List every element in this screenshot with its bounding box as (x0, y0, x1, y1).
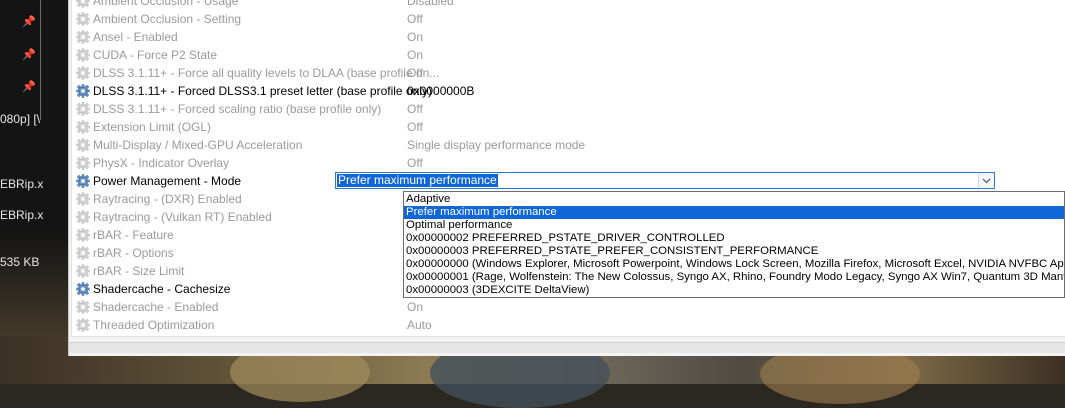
setting-name: DLSS 3.1.11+ - Force all quality levels … (93, 66, 440, 80)
dropdown-option[interactable]: 0x00000003 (3DEXCITE DeltaView) (404, 284, 1064, 297)
setting-name: Shadercache - Enabled (93, 300, 219, 314)
gear-icon (76, 120, 90, 134)
pin-icon[interactable]: 📌 (22, 48, 36, 62)
setting-row[interactable]: Multi-Display / Mixed-GPU Acceleration Si… (72, 136, 1065, 154)
setting-value[interactable]: On (407, 46, 423, 64)
setting-row[interactable]: DLSS 3.1.11+ - Forced DLSS3.1 preset let… (72, 82, 1065, 100)
divider (40, 0, 41, 120)
gear-icon (76, 282, 90, 296)
power-management-mode-dropdown: Adaptive Prefer maximum performance Optima… (403, 191, 1065, 298)
select-value: Prefer maximum performance (337, 173, 498, 187)
dropdown-option[interactable]: 0x00000000 (Windows Explorer, Microsoft … (404, 258, 1064, 271)
setting-row[interactable]: DLSS 3.1.11+ - Force all quality levels … (72, 64, 1065, 82)
gear-icon (76, 102, 90, 116)
setting-name: Raytracing - (DXR) Enabled (93, 192, 242, 206)
setting-name: rBAR - Options (93, 246, 174, 260)
chevron-down-icon[interactable] (978, 173, 994, 188)
setting-value[interactable]: Disabled (407, 0, 454, 10)
dropdown-option[interactable]: Optimal performance (404, 219, 1064, 232)
setting-name: rBAR - Feature (93, 228, 174, 242)
setting-name: CUDA - Force P2 State (93, 48, 218, 62)
gear-icon (76, 210, 90, 224)
setting-value[interactable]: Auto (407, 316, 432, 334)
gear-icon (76, 300, 90, 314)
setting-row[interactable]: Ambient Occlusion - Setting Off (72, 10, 1065, 28)
gear-icon (76, 0, 90, 8)
setting-row[interactable]: CUDA - Force P2 State On (72, 46, 1065, 64)
setting-value[interactable]: Off (407, 118, 423, 136)
setting-value[interactable]: Off (407, 100, 423, 118)
setting-value[interactable]: Off (407, 64, 423, 82)
setting-row[interactable]: DLSS 3.1.11+ - Forced scaling ratio (bas… (72, 100, 1065, 118)
file-name-text[interactable]: EBRip.x (0, 208, 43, 222)
background-explorer-panel: 📌 📌 📌 080p] [\ EBRip.x EBRip.x 535 KB (0, 0, 68, 384)
setting-value[interactable]: Single display performance mode (407, 136, 585, 154)
file-name-text[interactable]: EBRip.x (0, 177, 43, 191)
gear-icon (76, 66, 90, 80)
dropdown-option[interactable]: 0x00000003 PREFERRED_PSTATE_PREFER_CONSI… (404, 245, 1064, 258)
setting-value[interactable]: On (407, 298, 423, 316)
setting-name: Ambient Occlusion - Setting (93, 12, 242, 26)
setting-name: Power Management - Mode (93, 174, 242, 188)
gear-icon (76, 192, 90, 206)
setting-name: DLSS 3.1.11+ - Forced DLSS3.1 preset let… (93, 84, 432, 98)
setting-value[interactable]: Off (407, 154, 423, 172)
setting-name: rBAR - Size Limit (93, 264, 185, 278)
horizontal-scrollbar[interactable] (69, 342, 1065, 353)
setting-row[interactable]: Shadercache - Enabled On (72, 298, 1065, 316)
gear-icon (76, 84, 90, 98)
pin-icon[interactable]: 📌 (22, 15, 36, 29)
setting-value[interactable]: On (407, 28, 423, 46)
power-management-mode-select[interactable]: Prefer maximum performance (335, 172, 995, 189)
gear-icon (76, 246, 90, 260)
gear-icon (76, 156, 90, 170)
gear-icon (76, 12, 90, 26)
setting-name: Ambient Occlusion - Usage (93, 0, 239, 8)
setting-row[interactable]: Ansel - Enabled On (72, 28, 1065, 46)
dropdown-option[interactable]: Prefer maximum performance (404, 206, 1064, 219)
setting-name: Raytracing - (Vulkan RT) Enabled (93, 210, 272, 224)
file-name-text[interactable]: 080p] [\ (0, 112, 40, 126)
setting-name: Extension Limit (OGL) (93, 120, 212, 134)
setting-name: Threaded Optimization (93, 318, 215, 332)
setting-name: PhysX - Indicator Overlay (93, 156, 230, 170)
gear-icon (76, 228, 90, 242)
setting-value[interactable]: Off (407, 10, 423, 28)
setting-row[interactable]: Extension Limit (OGL) Off (72, 118, 1065, 136)
setting-name: Ansel - Enabled (93, 30, 178, 44)
setting-name: Multi-Display / Mixed-GPU Acceleration (93, 138, 303, 152)
setting-row[interactable]: Threaded Optimization Auto (72, 316, 1065, 334)
gear-icon (76, 264, 90, 278)
gear-icon (76, 48, 90, 62)
gear-icon (76, 174, 90, 188)
setting-row[interactable]: PhysX - Indicator Overlay Off (72, 154, 1065, 172)
file-size-text: 535 KB (0, 255, 40, 269)
gear-icon (76, 318, 90, 332)
dropdown-option[interactable]: Adaptive (404, 193, 1064, 206)
dropdown-option[interactable]: 0x00000002 PREFERRED_PSTATE_DRIVER_CONTR… (404, 232, 1064, 245)
dropdown-option[interactable]: 0x00000001 (Rage, Wolfenstein: The New C… (404, 271, 1064, 284)
setting-name: Shadercache - Cachesize (93, 282, 231, 296)
pin-icon[interactable]: 📌 (22, 80, 36, 94)
setting-value[interactable]: 0x0000000B (407, 82, 474, 100)
setting-row[interactable]: Ambient Occlusion - Usage Disabled (72, 0, 1065, 10)
setting-name: DLSS 3.1.11+ - Forced scaling ratio (bas… (93, 102, 382, 116)
gear-icon (76, 138, 90, 152)
gear-icon (76, 30, 90, 44)
